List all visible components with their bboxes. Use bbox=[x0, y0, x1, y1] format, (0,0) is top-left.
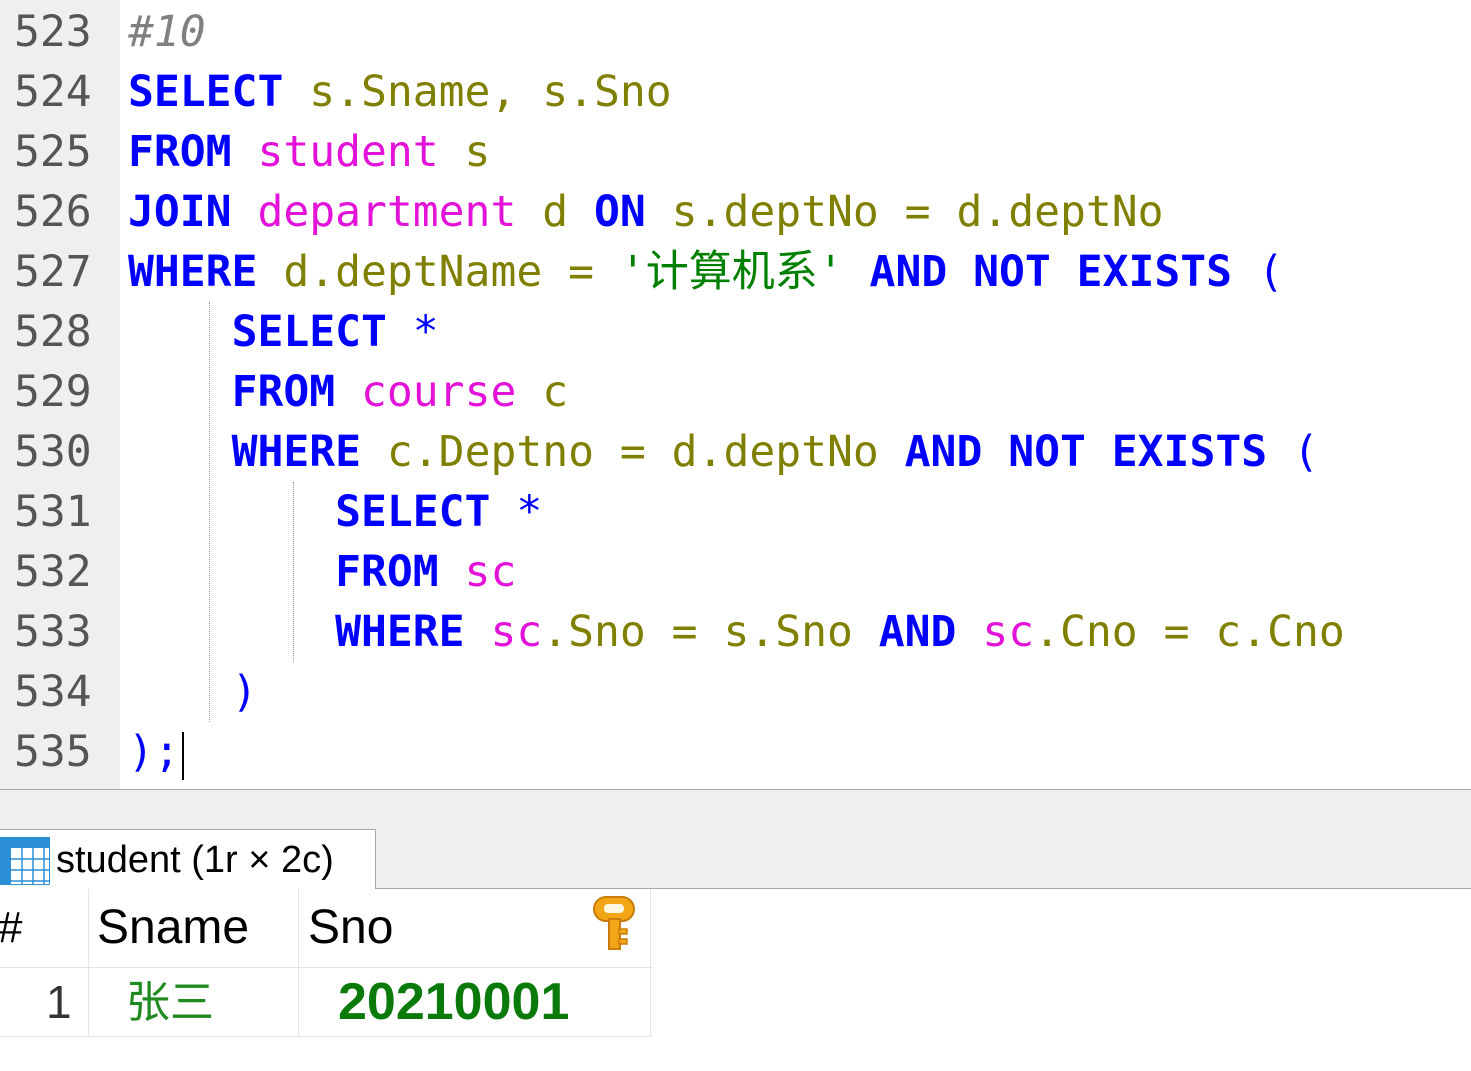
line-number: 528 bbox=[14, 307, 92, 357]
code-token: SELECT bbox=[128, 67, 284, 117]
code-token: course bbox=[335, 367, 517, 417]
code-token: AND bbox=[878, 607, 957, 657]
code-line[interactable]: WHERE c.Deptno = d.deptNo AND NOT EXISTS… bbox=[128, 422, 1319, 482]
code-token: sc bbox=[956, 607, 1035, 657]
row-index: 1 bbox=[46, 976, 72, 1028]
code-token: #10 bbox=[128, 7, 206, 57]
grid-line bbox=[88, 889, 89, 1037]
table-grid-icon bbox=[0, 837, 50, 885]
code-token: .Sno = s.Sno bbox=[542, 607, 879, 657]
line-number: 529 bbox=[14, 367, 92, 417]
line-number-gutter: 523 524 525 526 527 528 529 530 531 532 533 534 535 bbox=[0, 0, 120, 790]
code-token: d.deptName = bbox=[257, 247, 620, 297]
code-line[interactable]: SELECT * bbox=[128, 302, 439, 362]
code-token: FROM bbox=[335, 547, 439, 597]
code-token: * bbox=[386, 307, 439, 357]
line-number: 524 bbox=[14, 67, 92, 117]
line-number: 535 bbox=[14, 727, 92, 777]
grid-line bbox=[0, 1036, 652, 1037]
code-line[interactable]: FROM sc bbox=[128, 542, 516, 602]
code-token: .Cno = c.Cno bbox=[1034, 607, 1345, 657]
code-token: ); bbox=[128, 727, 180, 777]
code-line[interactable]: SELECT s.Sname, s.Sno bbox=[128, 62, 672, 122]
line-number: 530 bbox=[14, 427, 92, 477]
code-line[interactable]: FROM student s bbox=[128, 122, 490, 182]
code-line[interactable]: ) bbox=[128, 662, 258, 722]
code-token: FROM bbox=[128, 127, 232, 177]
code-token: '计算机系' bbox=[619, 247, 844, 297]
indent-guide bbox=[209, 302, 210, 722]
code-token: department bbox=[231, 187, 517, 237]
code-line[interactable]: FROM course c bbox=[128, 362, 569, 422]
sql-editor[interactable]: 523 524 525 526 527 528 529 530 531 532 533 534 535 … bbox=[0, 0, 1471, 790]
code-token: * bbox=[490, 487, 543, 537]
code-line[interactable]: SELECT * bbox=[128, 482, 542, 542]
line-number: 525 bbox=[14, 127, 92, 177]
column-header-sno[interactable]: Sno bbox=[308, 889, 393, 967]
code-token: ) bbox=[231, 667, 258, 717]
code-token: ON bbox=[594, 187, 646, 237]
cell-sno[interactable]: 20210001 bbox=[338, 969, 569, 1036]
cell-sname[interactable]: 张三 bbox=[126, 969, 214, 1036]
column-header-sname[interactable]: Sname bbox=[97, 889, 249, 967]
line-number: 526 bbox=[14, 187, 92, 237]
key-icon bbox=[593, 896, 635, 950]
code-line[interactable]: ); bbox=[128, 722, 180, 782]
text-cursor bbox=[182, 732, 184, 780]
line-number: 523 bbox=[14, 7, 92, 57]
code-token: SELECT bbox=[231, 307, 387, 357]
code-line[interactable]: WHERE d.deptName = '计算机系' AND NOT EXISTS… bbox=[128, 242, 1284, 302]
code-token: WHERE bbox=[335, 607, 465, 657]
result-tab[interactable]: student (1r × 2c) bbox=[0, 829, 376, 889]
result-grid[interactable]: # Sname Sno 1 张三 20210001 bbox=[0, 889, 652, 1039]
code-token: WHERE bbox=[231, 427, 362, 477]
code-token: student bbox=[231, 127, 439, 177]
code-line[interactable]: JOIN department d ON s.deptNo = d.deptNo bbox=[128, 182, 1164, 242]
line-number: 534 bbox=[14, 667, 92, 717]
code-token: AND NOT EXISTS bbox=[904, 427, 1293, 477]
grid-line bbox=[650, 889, 651, 1037]
code-token: ( bbox=[1293, 427, 1319, 477]
result-tab-label: student (1r × 2c) bbox=[56, 839, 334, 881]
code-token: c.Deptno = d.deptNo bbox=[361, 427, 905, 477]
line-number: 532 bbox=[14, 547, 92, 597]
code-token: JOIN bbox=[128, 187, 232, 237]
code-token: sc bbox=[438, 547, 517, 597]
code-token: s bbox=[438, 127, 491, 177]
code-token: c bbox=[516, 367, 569, 417]
code-token: s.Sname, s.Sno bbox=[283, 67, 672, 117]
grid-line bbox=[0, 967, 652, 968]
code-token: FROM bbox=[231, 367, 336, 417]
line-number: 533 bbox=[14, 607, 92, 657]
line-number: 531 bbox=[14, 487, 92, 537]
indent-guide bbox=[293, 482, 294, 662]
code-line[interactable]: WHERE sc.Sno = s.Sno AND sc.Cno = c.Cno bbox=[128, 602, 1345, 662]
column-header-index[interactable]: # bbox=[0, 889, 22, 967]
code-token: s.deptNo = d.deptNo bbox=[645, 187, 1164, 237]
code-token: SELECT bbox=[335, 487, 491, 537]
code-token: d bbox=[516, 187, 595, 237]
code-token: WHERE bbox=[128, 247, 258, 297]
code-line[interactable]: #10 bbox=[128, 2, 206, 62]
code-token: ( bbox=[1257, 247, 1284, 297]
grid-line bbox=[298, 889, 299, 1037]
line-number: 527 bbox=[14, 247, 92, 297]
code-token: sc bbox=[464, 607, 543, 657]
code-token: AND NOT EXISTS bbox=[843, 247, 1258, 297]
